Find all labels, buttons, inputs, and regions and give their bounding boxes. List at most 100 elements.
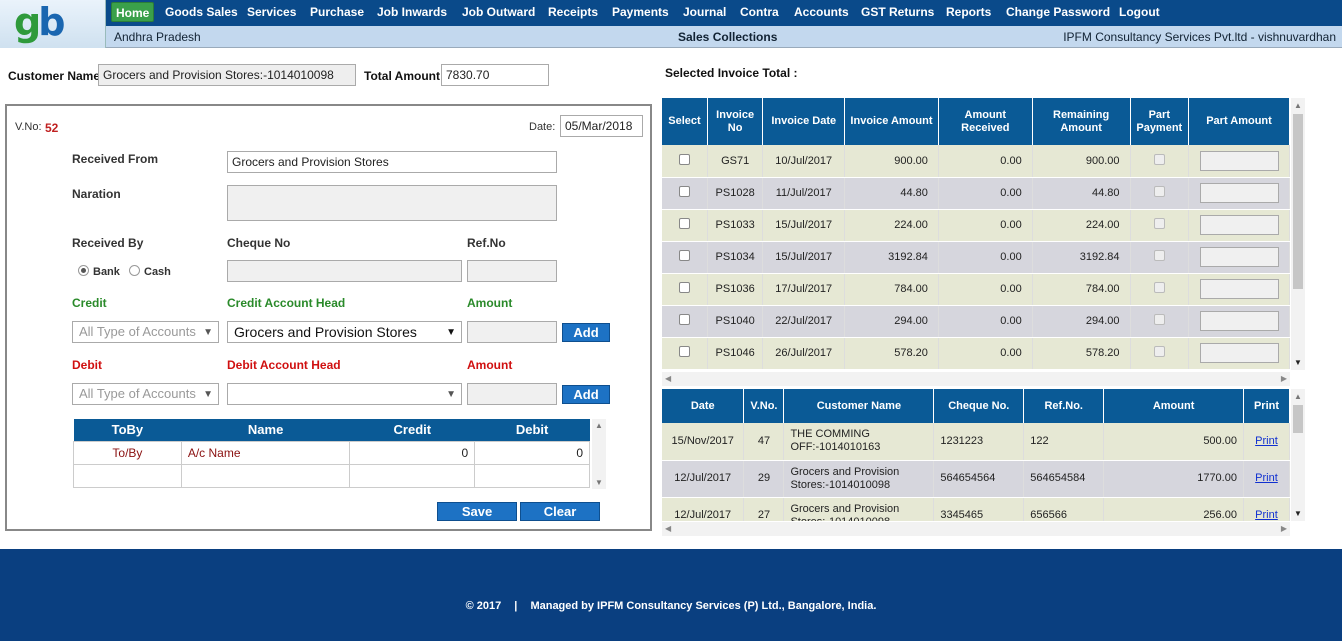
part-amount-input[interactable] xyxy=(1199,183,1279,203)
history-table: Date V.No. Customer Name Cheque No. Ref.… xyxy=(662,389,1290,521)
cheque-no-field[interactable] xyxy=(227,260,462,282)
menu-reports[interactable]: Reports xyxy=(942,2,995,22)
part-payment-checkbox[interactable] xyxy=(1153,186,1165,197)
entries-scrollbar[interactable]: ▲ ▼ xyxy=(592,419,606,489)
menu-logout[interactable]: Logout xyxy=(1115,2,1164,22)
entries-table: ToBy Name Credit Debit To/By A/c Name 0 … xyxy=(73,419,590,488)
debit-type-select[interactable]: All Type of Accounts ▼ xyxy=(72,383,219,405)
part-amount-input[interactable] xyxy=(1199,343,1279,363)
col-header-credit: Credit xyxy=(349,419,475,441)
select-checkbox[interactable] xyxy=(678,314,690,325)
sub-header: Andhra Pradesh Sales Collections IPFM Co… xyxy=(106,26,1342,48)
entry-toby: To/By xyxy=(73,440,182,465)
select-checkbox[interactable] xyxy=(678,282,690,293)
date-field[interactable]: 05/Mar/2018 xyxy=(560,115,643,137)
scroll-thumb[interactable] xyxy=(1293,405,1303,433)
debit-head-select[interactable]: ▼ xyxy=(227,383,462,405)
app-logo[interactable]: gb xyxy=(0,0,106,48)
part-payment-cell xyxy=(1130,241,1190,274)
part-amount-input[interactable] xyxy=(1199,311,1279,331)
cash-radio[interactable] xyxy=(129,265,140,276)
part-amount-input[interactable] xyxy=(1199,150,1279,171)
received-by-label: Received By xyxy=(72,236,144,250)
customer-name-field[interactable]: Grocers and Provision Stores:-1014010098 xyxy=(98,64,356,86)
scroll-down-icon[interactable]: ▼ xyxy=(1294,358,1302,367)
save-button[interactable]: Save xyxy=(437,502,517,521)
credit-add-button[interactable]: Add xyxy=(562,323,610,342)
part-payment-checkbox[interactable] xyxy=(1153,250,1165,261)
history-vertical-scrollbar[interactable]: ▲ ▼ xyxy=(1291,389,1305,521)
history-cheque: 3345465 xyxy=(933,497,1025,521)
part-payment-checkbox[interactable] xyxy=(1153,346,1165,357)
menu-contra[interactable]: Contra xyxy=(736,2,783,22)
part-amount-input[interactable] xyxy=(1199,279,1279,299)
scroll-up-icon[interactable]: ▲ xyxy=(595,421,603,430)
part-payment-checkbox[interactable] xyxy=(1153,282,1165,293)
history-cheque: 1231223 xyxy=(933,423,1025,461)
remaining-amount: 294.00 xyxy=(1032,305,1131,338)
history-amount: 500.00 xyxy=(1103,423,1244,461)
bank-radio[interactable] xyxy=(78,265,89,276)
scroll-right-icon[interactable]: ▶ xyxy=(1281,374,1287,383)
select-cell xyxy=(662,273,708,306)
history-date: 12/Jul/2017 xyxy=(662,460,745,498)
menu-change-password[interactable]: Change Password xyxy=(1002,2,1114,22)
clear-button[interactable]: Clear xyxy=(520,502,600,521)
scroll-down-icon[interactable]: ▼ xyxy=(1294,509,1302,518)
debit-amount-field[interactable] xyxy=(467,383,557,405)
select-checkbox[interactable] xyxy=(678,153,690,165)
credit-type-select[interactable]: All Type of Accounts ▼ xyxy=(72,321,219,343)
scroll-thumb[interactable] xyxy=(1293,114,1303,289)
part-payment-checkbox[interactable] xyxy=(1153,314,1165,325)
menu-job-outward[interactable]: Job Outward xyxy=(458,2,539,22)
debit-add-button[interactable]: Add xyxy=(562,385,610,404)
select-checkbox[interactable] xyxy=(678,218,690,229)
select-checkbox[interactable] xyxy=(678,186,690,197)
scroll-up-icon[interactable]: ▲ xyxy=(1294,101,1302,110)
naration-label: Naration xyxy=(72,187,121,201)
scroll-left-icon[interactable]: ◀ xyxy=(665,374,671,383)
scroll-right-icon[interactable]: ▶ xyxy=(1281,524,1287,533)
amount-received: 0.00 xyxy=(938,145,1033,178)
naration-textarea[interactable] xyxy=(227,185,557,221)
scroll-down-icon[interactable]: ▼ xyxy=(595,478,603,487)
part-payment-checkbox[interactable] xyxy=(1153,153,1165,165)
part-payment-checkbox[interactable] xyxy=(1153,218,1165,229)
menu-gst-returns[interactable]: GST Returns xyxy=(857,2,938,22)
menu-job-inwards[interactable]: Job Inwards xyxy=(373,2,451,22)
menu-accounts[interactable]: Accounts xyxy=(790,2,853,22)
history-horizontal-scrollbar[interactable]: ◀ ▶ xyxy=(662,522,1290,536)
credit-head-select[interactable]: Grocers and Provision Stores ▼ xyxy=(227,321,462,343)
date-label: Date: xyxy=(529,121,556,133)
app-header: gb Home Goods Sales Services Purchase Jo… xyxy=(0,0,1342,48)
scroll-left-icon[interactable]: ◀ xyxy=(665,524,671,533)
credit-amount-field[interactable] xyxy=(467,321,557,343)
col-header-remaining-amount: Remaining Amount xyxy=(1032,98,1131,145)
scroll-up-icon[interactable]: ▲ xyxy=(1294,392,1302,401)
invoice-no: PS1034 xyxy=(707,241,764,274)
menu-journal[interactable]: Journal xyxy=(679,2,730,22)
select-checkbox[interactable] xyxy=(678,250,690,261)
invoice-date: 17/Jul/2017 xyxy=(762,273,846,306)
menu-home[interactable]: Home xyxy=(111,2,155,22)
menu-payments[interactable]: Payments xyxy=(608,2,673,22)
menu-goods-sales[interactable]: Goods Sales xyxy=(161,2,242,22)
invoice-vertical-scrollbar[interactable]: ▲ ▼ xyxy=(1291,98,1305,370)
footer-managed-by: Managed by IPFM Consultancy Services (P)… xyxy=(530,600,877,612)
part-payment-cell xyxy=(1130,305,1190,338)
total-amount-field[interactable]: 7830.70 xyxy=(441,64,549,86)
amount-received: 0.00 xyxy=(938,337,1033,370)
part-amount-input[interactable] xyxy=(1199,215,1279,235)
ref-no-field[interactable] xyxy=(467,260,557,282)
print-link[interactable]: Print xyxy=(1255,435,1278,447)
part-amount-input[interactable] xyxy=(1199,247,1279,267)
print-link[interactable]: Print xyxy=(1255,472,1278,484)
print-link[interactable]: Print xyxy=(1255,509,1278,521)
select-checkbox[interactable] xyxy=(678,346,690,357)
menu-services[interactable]: Services xyxy=(243,2,300,22)
menu-purchase[interactable]: Purchase xyxy=(306,2,368,22)
history-vno: 29 xyxy=(743,460,785,498)
invoice-horizontal-scrollbar[interactable]: ◀ ▶ xyxy=(662,372,1290,386)
menu-receipts[interactable]: Receipts xyxy=(544,2,602,22)
received-from-field[interactable]: Grocers and Provision Stores xyxy=(227,151,557,173)
